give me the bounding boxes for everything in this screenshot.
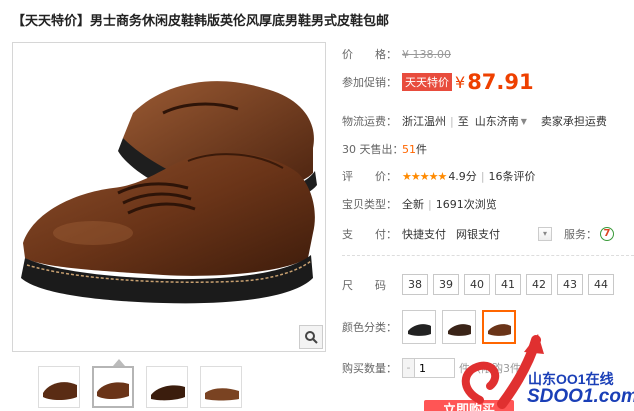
main-product-image[interactable] <box>12 42 326 352</box>
currency-symbol: ¥ <box>455 72 466 92</box>
color-options <box>402 310 516 344</box>
watermark-url: SDOO1.com <box>527 386 634 407</box>
promotion-row: 参加促销： 天天特价 ¥ 87.91 <box>342 70 534 94</box>
shoe-thumbnail <box>205 388 239 401</box>
magnifier-icon <box>305 331 318 344</box>
ship-to-prefix: 至 <box>457 115 469 128</box>
quantity-row: 购买数量： - 件（限购3件） <box>342 358 532 378</box>
size-option[interactable]: 41 <box>495 274 521 295</box>
payment-method-bank[interactable]: 网银支付 <box>456 226 500 242</box>
size-label: 尺 码 <box>342 278 386 292</box>
shoe-swatch <box>488 324 511 336</box>
size-option[interactable]: 44 <box>588 274 614 295</box>
view-count: 1691次浏览 <box>435 198 497 211</box>
size-option[interactable]: 43 <box>557 274 583 295</box>
section-divider <box>342 255 634 256</box>
promotion-price: 87.91 <box>467 70 534 94</box>
payment-label: 支 付： <box>342 228 397 241</box>
shoe-image <box>21 81 317 304</box>
shoe-swatch <box>408 324 431 336</box>
thumbnail-strip <box>38 366 242 408</box>
divider: | <box>428 197 432 211</box>
original-price: ¥ 138.00 <box>402 47 451 61</box>
sales-label: 30 天售出： <box>342 143 404 156</box>
quantity-limit-note: 件（限购3件） <box>459 362 532 375</box>
payment-method-quick[interactable]: 快捷支付 <box>402 226 446 242</box>
quantity-label: 购买数量： <box>342 362 397 375</box>
size-options: 38 39 40 41 42 43 44 <box>402 274 614 295</box>
shoe-thumbnail <box>97 382 129 399</box>
payment-row: 支 付： 快捷支付 网银支付 ▾ 服务： 7 <box>342 226 634 242</box>
ship-from: 浙江温州 <box>402 115 446 128</box>
promotion-tag[interactable]: 天天特价 <box>402 73 452 91</box>
dropdown-toggle-icon[interactable]: ▾ <box>538 227 552 241</box>
size-option[interactable]: 40 <box>464 274 490 295</box>
service-label: 服务： <box>564 228 597 241</box>
zoom-button[interactable] <box>299 325 323 349</box>
thumbnail-3[interactable] <box>146 366 188 408</box>
rating-score: 4.9分 <box>448 170 477 183</box>
item-type-row: 宝贝类型： 全新 | 1691次浏览 <box>342 196 497 212</box>
rating-stars-icon: ★★★★★ <box>402 169 447 183</box>
thumbnail-4[interactable] <box>200 366 242 408</box>
color-row: 颜色分类： <box>342 310 516 344</box>
shipping-note: 卖家承担运费 <box>540 115 607 128</box>
shipping-label: 物流运费： <box>342 115 397 128</box>
color-option-brown[interactable] <box>482 310 516 344</box>
item-type-label: 宝贝类型： <box>342 198 397 211</box>
size-option[interactable]: 42 <box>526 274 552 295</box>
quantity-stepper: - <box>402 358 455 378</box>
review-count-link[interactable]: 16条评价 <box>489 168 536 184</box>
divider: | <box>450 114 454 128</box>
price-row: 价 格： ¥ 138.00 <box>342 46 451 62</box>
buy-now-button[interactable]: 立即购买 <box>424 400 514 411</box>
divider: | <box>480 169 485 183</box>
price-label: 价 格： <box>342 48 397 61</box>
thumbnail-pointer-icon <box>113 359 125 366</box>
quantity-minus-button[interactable]: - <box>402 358 415 378</box>
ship-to-selector[interactable]: 山东济南 <box>475 113 519 129</box>
size-row: 尺 码 38 39 40 41 42 43 44 <box>342 274 614 295</box>
rating-row: 评 价： ★★★★★ 4.9分 | 16条评价 <box>342 168 536 184</box>
quantity-input[interactable] <box>415 358 455 378</box>
shoe-thumbnail <box>151 385 185 401</box>
size-option[interactable]: 39 <box>433 274 459 295</box>
seven-day-return-icon[interactable]: 7 <box>600 227 614 241</box>
sales-count: 51 <box>402 142 416 156</box>
thumbnail-1[interactable] <box>38 366 80 408</box>
sales-unit: 件 <box>416 143 427 156</box>
shoe-swatch <box>448 324 471 336</box>
size-option[interactable]: 38 <box>402 274 428 295</box>
sales-row: 30 天售出： 51 件 <box>342 141 427 157</box>
item-condition: 全新 <box>402 198 424 211</box>
shoe-thumbnail <box>43 382 77 400</box>
promotion-label: 参加促销： <box>342 76 397 89</box>
product-title: 【天天特价】男士商务休闲皮鞋韩版英伦风厚底男鞋男式皮鞋包邮 <box>12 14 390 29</box>
thumbnail-2[interactable] <box>92 366 134 408</box>
color-option-dark[interactable] <box>442 310 476 344</box>
color-label: 颜色分类： <box>342 321 397 334</box>
shipping-row: 物流运费： 浙江温州 | 至 山东济南 ▼ 卖家承担运费 <box>342 113 607 129</box>
rating-label: 评 价： <box>342 170 397 183</box>
color-option-black[interactable] <box>402 310 436 344</box>
chevron-down-icon[interactable]: ▼ <box>521 117 527 126</box>
